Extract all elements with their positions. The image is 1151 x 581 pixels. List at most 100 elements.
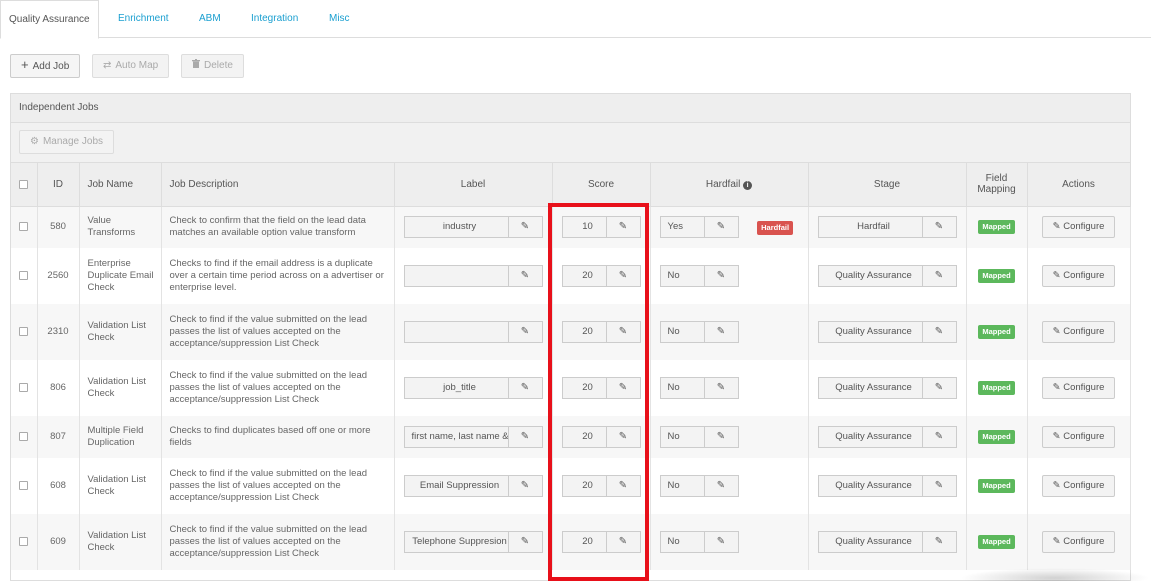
- label-field[interactable]: industry ✎: [403, 216, 543, 239]
- row-mapping-cell: Mapped: [966, 206, 1028, 248]
- hardfail-value: No: [667, 431, 680, 442]
- pencil-icon[interactable]: ✎: [703, 322, 738, 342]
- score-value: 20: [582, 431, 593, 442]
- pencil-icon[interactable]: ✎: [703, 217, 738, 238]
- configure-button[interactable]: ✎ Configure: [1041, 265, 1116, 287]
- stage-field[interactable]: Quality Assurance ✎: [817, 377, 957, 399]
- configure-button[interactable]: ✎ Configure: [1041, 475, 1116, 497]
- tab-enrichment[interactable]: Enrichment: [118, 0, 169, 38]
- gear-icon: ⚙: [30, 136, 39, 147]
- pencil-icon[interactable]: ✎: [507, 427, 542, 447]
- row-checkbox[interactable]: [19, 382, 29, 392]
- configure-button[interactable]: ✎ Configure: [1041, 426, 1116, 448]
- manage-jobs-button[interactable]: ⚙ Manage Jobs: [19, 130, 115, 154]
- tab-integration[interactable]: Integration: [251, 0, 298, 38]
- row-checkbox[interactable]: [19, 480, 29, 490]
- score-field[interactable]: 20 ✎: [561, 531, 641, 553]
- row-job-name: Multiple Field Duplication: [79, 416, 162, 458]
- label-field[interactable]: Email Suppression ✎: [403, 475, 543, 497]
- row-job-name: Validation List Check: [79, 360, 162, 416]
- hardfail-field[interactable]: No ✎: [659, 475, 739, 497]
- row-hardfail-cell: No ✎: [650, 514, 809, 570]
- configure-button[interactable]: ✎ Configure: [1041, 377, 1116, 399]
- row-job-description: Checks to find if the email address is a…: [161, 248, 395, 304]
- job-name-header: Job Name: [79, 163, 162, 207]
- hardfail-field[interactable]: No ✎: [659, 321, 739, 343]
- row-label-cell: ✎: [394, 248, 553, 304]
- pencil-icon[interactable]: ✎: [605, 427, 640, 447]
- pencil-icon[interactable]: ✎: [605, 322, 640, 342]
- pencil-icon[interactable]: ✎: [703, 476, 738, 496]
- table-row: 807 Multiple Field Duplication Checks to…: [11, 416, 1131, 458]
- score-field[interactable]: 20 ✎: [561, 265, 641, 287]
- row-id: 2560: [37, 248, 80, 304]
- stage-field[interactable]: Quality Assurance ✎: [817, 475, 957, 497]
- stage-field[interactable]: Quality Assurance ✎: [817, 531, 957, 553]
- score-field[interactable]: 20 ✎: [561, 321, 641, 343]
- pencil-icon[interactable]: ✎: [507, 322, 542, 342]
- hardfail-field[interactable]: No ✎: [659, 265, 739, 287]
- mapped-badge: Mapped: [978, 325, 1015, 339]
- label-field[interactable]: Telephone Suppresion ✎: [403, 531, 543, 553]
- pencil-icon[interactable]: ✎: [605, 378, 640, 398]
- label-field[interactable]: ✎: [403, 265, 543, 287]
- configure-button[interactable]: ✎ Configure: [1041, 531, 1116, 553]
- pencil-icon[interactable]: ✎: [921, 266, 956, 286]
- score-field[interactable]: 10 ✎: [561, 216, 641, 239]
- pencil-icon[interactable]: ✎: [703, 532, 738, 552]
- pencil-icon[interactable]: ✎: [703, 378, 738, 398]
- pencil-icon[interactable]: ✎: [921, 476, 956, 496]
- pencil-icon[interactable]: ✎: [703, 266, 738, 286]
- label-value: [405, 322, 508, 342]
- row-checkbox[interactable]: [19, 326, 29, 336]
- hardfail-field[interactable]: No ✎: [659, 377, 739, 399]
- pencil-icon[interactable]: ✎: [921, 217, 956, 238]
- pencil-icon[interactable]: ✎: [921, 378, 956, 398]
- row-hardfail-cell: No ✎: [650, 458, 809, 514]
- score-field[interactable]: 20 ✎: [561, 377, 641, 399]
- pencil-icon[interactable]: ✎: [605, 476, 640, 496]
- pencil-icon[interactable]: ✎: [507, 378, 542, 398]
- stage-field[interactable]: Hardfail ✎: [817, 216, 957, 239]
- row-label-cell: job_title ✎: [394, 360, 553, 416]
- score-field[interactable]: 20 ✎: [561, 426, 641, 448]
- score-field[interactable]: 20 ✎: [561, 475, 641, 497]
- row-checkbox[interactable]: [19, 270, 29, 280]
- label-field[interactable]: ✎: [403, 321, 543, 343]
- pencil-icon[interactable]: ✎: [921, 322, 956, 342]
- hardfail-field[interactable]: No ✎: [659, 426, 739, 448]
- pencil-icon[interactable]: ✎: [507, 217, 542, 238]
- select-all-checkbox[interactable]: [19, 179, 29, 189]
- stage-field[interactable]: Quality Assurance ✎: [817, 265, 957, 287]
- hardfail-field[interactable]: Yes ✎: [659, 216, 739, 239]
- row-checkbox[interactable]: [19, 431, 29, 441]
- stage-field[interactable]: Quality Assurance ✎: [817, 321, 957, 343]
- label-field[interactable]: job_title ✎: [403, 377, 543, 399]
- configure-button[interactable]: ✎ Configure: [1041, 216, 1116, 239]
- pencil-icon[interactable]: ✎: [605, 266, 640, 286]
- label-field[interactable]: first name, last name & ✎: [403, 426, 543, 448]
- pencil-icon[interactable]: ✎: [605, 217, 640, 238]
- row-checkbox[interactable]: [19, 222, 29, 232]
- hardfail-field[interactable]: No ✎: [659, 531, 739, 553]
- pencil-icon[interactable]: ✎: [507, 266, 542, 286]
- tab-misc[interactable]: Misc: [329, 0, 350, 38]
- pencil-icon[interactable]: ✎: [921, 427, 956, 447]
- add-job-button[interactable]: + Add Job: [10, 54, 81, 78]
- pencil-icon[interactable]: ✎: [921, 532, 956, 552]
- info-icon[interactable]: i: [743, 180, 753, 190]
- row-stage-cell: Hardfail ✎: [808, 206, 967, 248]
- pencil-icon[interactable]: ✎: [605, 532, 640, 552]
- configure-button[interactable]: ✎ Configure: [1041, 321, 1116, 343]
- row-mapping-cell: Mapped: [966, 458, 1028, 514]
- tab-quality-assurance[interactable]: Quality Assurance: [0, 0, 99, 39]
- pencil-icon[interactable]: ✎: [507, 476, 542, 496]
- pencil-icon[interactable]: ✎: [507, 532, 542, 552]
- stage-field[interactable]: Quality Assurance ✎: [817, 426, 957, 448]
- tab-abm[interactable]: ABM: [199, 0, 221, 38]
- pencil-icon[interactable]: ✎: [703, 427, 738, 447]
- row-hardfail-cell: No ✎: [650, 416, 809, 458]
- delete-button[interactable]: Delete: [181, 54, 244, 78]
- row-checkbox[interactable]: [19, 536, 29, 546]
- auto-map-button[interactable]: ⇄ Auto Map: [92, 54, 170, 78]
